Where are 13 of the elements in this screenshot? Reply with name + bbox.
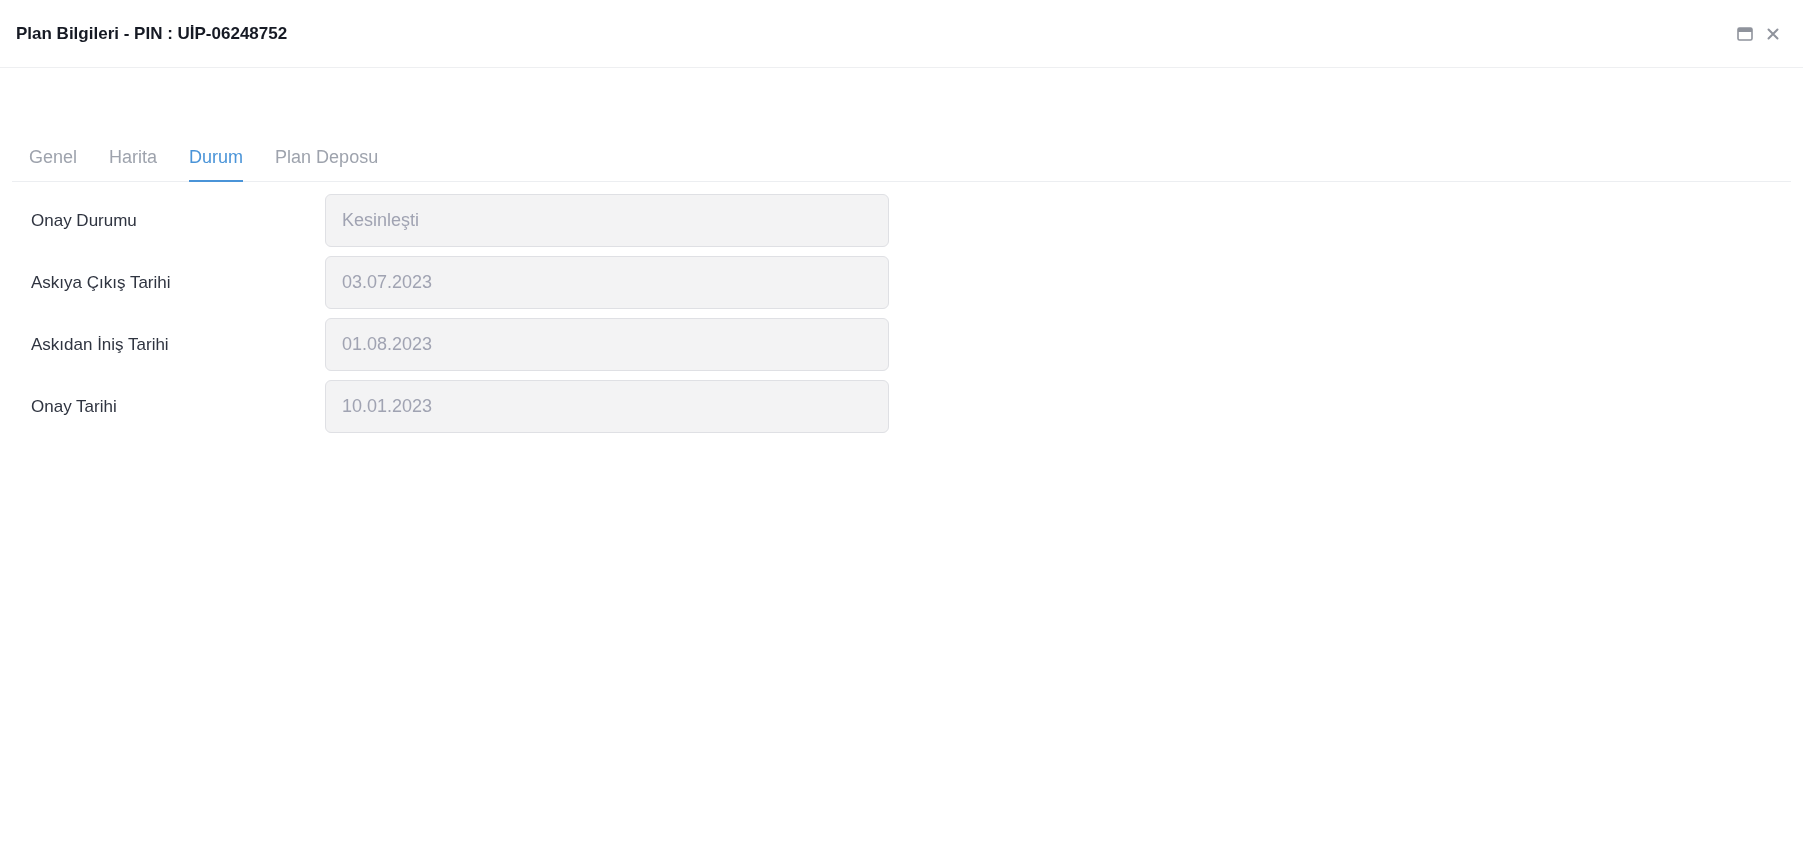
field-label: Askıya Çıkış Tarihi [31, 272, 172, 293]
tab[interactable]: Genel [29, 134, 78, 182]
field-label: Onay Tarihi [31, 396, 118, 417]
field-label: Onay Durumu [31, 210, 138, 231]
close-button[interactable] [1765, 25, 1781, 42]
field-label: Askıdan İniş Tarihi [31, 334, 170, 355]
window-icon [1737, 26, 1753, 41]
tab[interactable]: Durum [189, 134, 244, 182]
window-title: Plan Bilgileri - PIN : UİP-06248752 [16, 23, 288, 44]
close-icon [1767, 27, 1779, 40]
tab[interactable]: Harita [109, 134, 158, 182]
tab[interactable]: Plan Deposu [275, 134, 379, 182]
maximize-button[interactable] [1737, 25, 1753, 42]
